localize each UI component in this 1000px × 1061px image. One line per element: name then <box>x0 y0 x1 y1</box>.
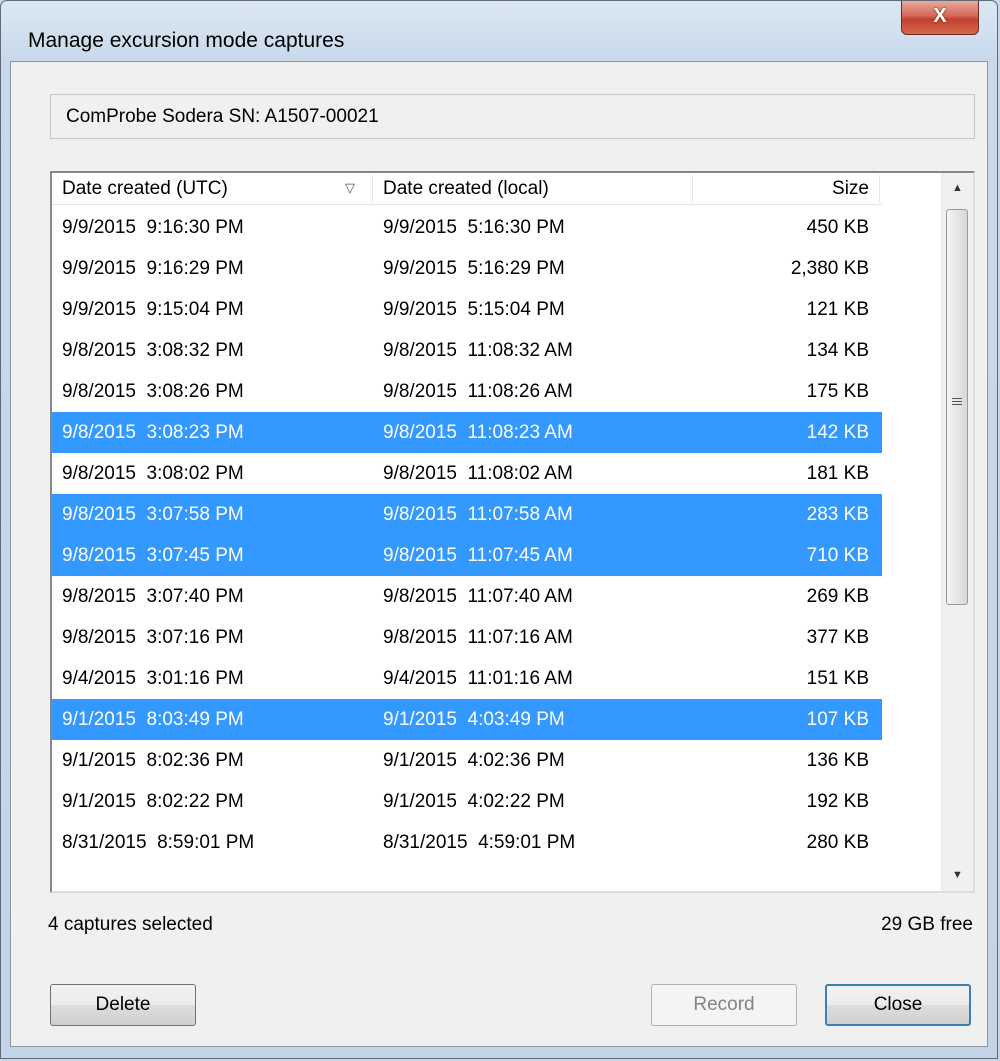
cell-size: 450 KB <box>806 217 869 238</box>
cell-date-local: 9/8/2015 11:08:26 AM <box>383 381 573 402</box>
table-row[interactable]: 9/9/2015 9:15:04 PM 9/9/2015 5:15:04 PM 12… <box>52 289 882 330</box>
column-header-label: Size <box>832 178 869 199</box>
table-row[interactable]: 9/8/2015 3:07:45 PM 9/8/2015 11:07:45 AM 7… <box>52 535 882 576</box>
cell-date-utc: 9/8/2015 3:08:32 PM <box>62 340 244 361</box>
cell-date-utc: 9/1/2015 8:03:49 PM <box>62 709 244 730</box>
list-header: Date created (UTC) ▽ Date created (local… <box>52 173 882 205</box>
window-close-button[interactable]: X <box>901 1 979 35</box>
cell-date-utc: 9/4/2015 3:01:16 PM <box>62 668 244 689</box>
cell-size: 107 KB <box>806 709 869 730</box>
scrollbar-grip-icon <box>952 398 962 408</box>
cell-size: 192 KB <box>806 791 869 812</box>
table-row[interactable]: 9/8/2015 3:08:26 PM 9/8/2015 11:08:26 AM 1… <box>52 371 882 412</box>
cell-size: 377 KB <box>806 627 869 648</box>
close-button[interactable]: Close <box>825 984 971 1026</box>
record-button[interactable]: Record <box>651 984 797 1026</box>
scroll-down-arrow-icon[interactable]: ▼ <box>942 860 973 891</box>
table-row[interactable]: 9/9/2015 9:16:30 PM 9/9/2015 5:16:30 PM 45… <box>52 207 882 248</box>
cell-date-local: 9/8/2015 11:08:02 AM <box>383 463 573 484</box>
dialog-window: Manage excursion mode captures X ComProb… <box>0 0 998 1059</box>
cell-date-utc: 9/9/2015 9:16:29 PM <box>62 258 244 279</box>
cell-date-local: 9/4/2015 11:01:16 AM <box>383 668 573 689</box>
cell-size: 121 KB <box>806 299 869 320</box>
cell-size: 142 KB <box>806 422 869 443</box>
table-row[interactable]: 9/1/2015 8:03:49 PM 9/1/2015 4:03:49 PM 10… <box>52 699 882 740</box>
cell-size: 151 KB <box>806 668 869 689</box>
table-row[interactable]: 9/8/2015 3:08:23 PM 9/8/2015 11:08:23 AM 1… <box>52 412 882 453</box>
cell-date-local: 9/9/2015 5:16:30 PM <box>383 217 565 238</box>
cell-size: 134 KB <box>806 340 869 361</box>
device-info-box: ComProbe Sodera SN: A1507-00021 <box>50 94 975 139</box>
cell-size: 136 KB <box>806 750 869 771</box>
vertical-scrollbar[interactable]: ▲ ▼ <box>941 173 973 891</box>
cell-date-local: 9/9/2015 5:16:29 PM <box>383 258 565 279</box>
cell-size: 181 KB <box>806 463 869 484</box>
cell-size: 2,380 KB <box>790 258 869 279</box>
cell-size: 280 KB <box>806 832 869 853</box>
column-header-date-local[interactable]: Date created (local) <box>383 173 683 204</box>
column-header-label: Date created (UTC) <box>62 178 228 199</box>
dialog-client-area: ComProbe Sodera SN: A1507-00021 Date cre… <box>10 61 988 1047</box>
scrollbar-thumb[interactable] <box>946 209 968 605</box>
cell-date-local: 9/8/2015 11:07:58 AM <box>383 504 573 525</box>
selection-count-label: 4 captures selected <box>48 914 213 935</box>
column-divider[interactable] <box>692 175 693 202</box>
cell-size: 283 KB <box>806 504 869 525</box>
sort-descending-icon: ▽ <box>345 180 355 195</box>
cell-date-local: 9/8/2015 11:08:23 AM <box>383 422 573 443</box>
free-space-label: 29 GB free <box>881 914 973 935</box>
cell-date-utc: 9/9/2015 9:16:30 PM <box>62 217 244 238</box>
cell-date-local: 9/8/2015 11:07:45 AM <box>383 545 573 566</box>
table-row[interactable]: 9/4/2015 3:01:16 PM 9/4/2015 11:01:16 AM 1… <box>52 658 882 699</box>
cell-date-local: 9/1/2015 4:03:49 PM <box>383 709 565 730</box>
cell-date-utc: 8/31/2015 8:59:01 PM <box>62 832 255 853</box>
scroll-up-arrow-icon[interactable]: ▲ <box>942 173 973 204</box>
cell-size: 269 KB <box>806 586 869 607</box>
table-row[interactable]: 8/31/2015 8:59:01 PM 8/31/2015 4:59:01 PM… <box>52 822 882 863</box>
list-rows: 9/9/2015 9:16:30 PM 9/9/2015 5:16:30 PM 45… <box>52 207 882 863</box>
cell-date-local: 9/8/2015 11:07:40 AM <box>383 586 573 607</box>
table-row[interactable]: 9/8/2015 3:08:32 PM 9/8/2015 11:08:32 AM 1… <box>52 330 882 371</box>
cell-date-local: 9/8/2015 11:07:16 AM <box>383 627 573 648</box>
cell-date-utc: 9/8/2015 3:08:02 PM <box>62 463 244 484</box>
cell-date-utc: 9/8/2015 3:07:40 PM <box>62 586 244 607</box>
table-row[interactable]: 9/8/2015 3:07:58 PM 9/8/2015 11:07:58 AM 2… <box>52 494 882 535</box>
cell-date-utc: 9/8/2015 3:08:26 PM <box>62 381 244 402</box>
table-row[interactable]: 9/8/2015 3:08:02 PM 9/8/2015 11:08:02 AM 1… <box>52 453 882 494</box>
table-row[interactable]: 9/9/2015 9:16:29 PM 9/9/2015 5:16:29 PM 2,… <box>52 248 882 289</box>
cell-date-utc: 9/8/2015 3:07:16 PM <box>62 627 244 648</box>
cell-date-local: 9/9/2015 5:15:04 PM <box>383 299 565 320</box>
table-row[interactable]: 9/8/2015 3:07:40 PM 9/8/2015 11:07:40 AM 2… <box>52 576 882 617</box>
table-row[interactable]: 9/1/2015 8:02:22 PM 9/1/2015 4:02:22 PM 19… <box>52 781 882 822</box>
cell-date-utc: 9/8/2015 3:07:45 PM <box>62 545 244 566</box>
cell-date-utc: 9/1/2015 8:02:22 PM <box>62 791 244 812</box>
cell-date-local: 9/8/2015 11:08:32 AM <box>383 340 573 361</box>
column-header-label: Date created (local) <box>383 178 549 199</box>
cell-date-utc: 9/9/2015 9:15:04 PM <box>62 299 244 320</box>
cell-date-utc: 9/1/2015 8:02:36 PM <box>62 750 244 771</box>
column-header-size[interactable]: Size <box>702 173 869 204</box>
cell-size: 175 KB <box>806 381 869 402</box>
cell-date-local: 9/1/2015 4:02:22 PM <box>383 791 565 812</box>
table-row[interactable]: 9/1/2015 8:02:36 PM 9/1/2015 4:02:36 PM 13… <box>52 740 882 781</box>
column-divider[interactable] <box>879 175 880 202</box>
cell-date-local: 9/1/2015 4:02:36 PM <box>383 750 565 771</box>
column-header-date-utc[interactable]: Date created (UTC) <box>62 173 362 204</box>
captures-list[interactable]: Date created (UTC) ▽ Date created (local… <box>50 171 975 893</box>
delete-button[interactable]: Delete <box>50 984 196 1026</box>
window-title: Manage excursion mode captures <box>28 29 345 52</box>
cell-date-local: 8/31/2015 4:59:01 PM <box>383 832 576 853</box>
cell-date-utc: 9/8/2015 3:07:58 PM <box>62 504 244 525</box>
table-row[interactable]: 9/8/2015 3:07:16 PM 9/8/2015 11:07:16 AM 3… <box>52 617 882 658</box>
cell-date-utc: 9/8/2015 3:08:23 PM <box>62 422 244 443</box>
cell-size: 710 KB <box>806 545 869 566</box>
column-divider[interactable] <box>372 175 373 202</box>
device-serial-label: ComProbe Sodera SN: A1507-00021 <box>66 106 379 127</box>
